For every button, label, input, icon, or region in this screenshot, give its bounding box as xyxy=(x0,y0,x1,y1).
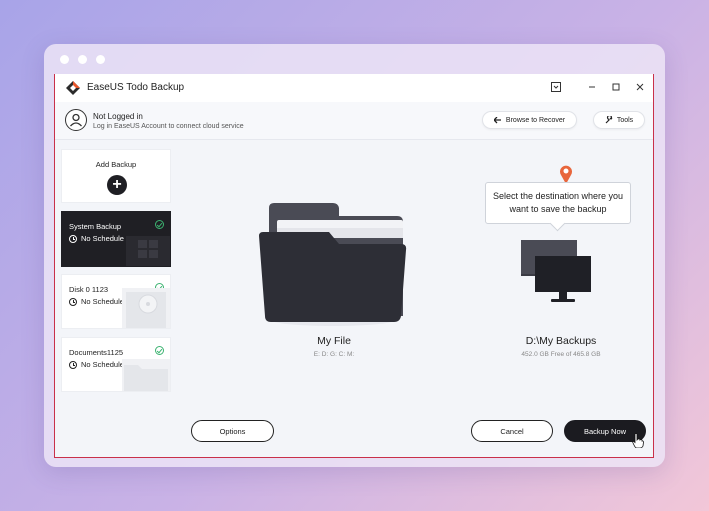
window-dot xyxy=(78,55,87,64)
plus-icon[interactable]: + xyxy=(107,175,127,195)
source-folder-icon[interactable] xyxy=(255,198,409,328)
tools-label: Tools xyxy=(616,116,634,124)
browse-label: Browse to Recover xyxy=(505,116,566,124)
user-avatar-icon[interactable] xyxy=(65,109,87,131)
source-label: My File xyxy=(317,335,351,347)
backup-card-title: Documents1125 xyxy=(69,348,124,357)
app-title: EaseUS Todo Backup xyxy=(87,82,185,93)
source-drives: E: D: G: C: M: xyxy=(313,351,355,358)
back-arrow-icon xyxy=(493,116,501,123)
account-status: Not Logged in xyxy=(93,112,143,121)
maximize-icon[interactable] xyxy=(609,80,623,94)
tools-button[interactable]: Tools xyxy=(593,111,645,129)
backup-card-schedule: No Schedule xyxy=(69,360,124,369)
add-backup-card[interactable]: Add Backup + xyxy=(61,149,171,203)
disk-icon xyxy=(122,288,170,328)
add-backup-label: Add Backup xyxy=(95,160,137,169)
options-button[interactable]: Options xyxy=(191,420,274,442)
destination-free-space: 452.0 GB Free of 465.8 GB xyxy=(521,351,601,358)
backup-card-schedule: No Schedule xyxy=(69,297,124,306)
clock-icon xyxy=(69,360,77,369)
backup-card-system[interactable]: System Backup No Schedule xyxy=(61,211,171,267)
check-icon xyxy=(155,220,164,229)
windows-logo-icon xyxy=(126,236,170,266)
window-dot xyxy=(96,55,105,64)
cancel-button[interactable]: Cancel xyxy=(471,420,553,442)
computer-icon[interactable] xyxy=(517,238,595,308)
wrench-icon xyxy=(605,116,613,124)
hand-cursor-icon xyxy=(632,433,644,448)
close-icon[interactable] xyxy=(633,80,647,94)
backup-card-schedule: No Schedule xyxy=(69,234,124,243)
check-icon xyxy=(155,346,164,355)
app-window: EaseUS Todo Backup Not Logged in Log in … xyxy=(54,74,654,458)
title-bar: EaseUS Todo Backup xyxy=(55,74,653,102)
schedule-text: No Schedule xyxy=(81,360,124,369)
destination-label: D:\My Backups xyxy=(525,335,597,347)
schedule-text: No Schedule xyxy=(81,234,124,243)
folder-icon xyxy=(122,359,170,391)
account-bar: Not Logged in Log in EaseUS Account to c… xyxy=(55,102,653,140)
browse-to-recover-button[interactable]: Browse to Recover xyxy=(482,111,577,129)
window-dot xyxy=(60,55,69,64)
window-dots xyxy=(60,55,105,64)
backup-card-title: Disk 0 1123 xyxy=(69,285,109,294)
schedule-text: No Schedule xyxy=(81,297,124,306)
clock-icon xyxy=(69,297,77,306)
backup-card-disk[interactable]: Disk 0 1123 No Schedule xyxy=(61,274,171,329)
backup-card-title: System Backup xyxy=(69,222,122,231)
clock-icon xyxy=(69,234,77,243)
location-pin-icon xyxy=(560,165,572,184)
backup-card-documents[interactable]: Documents1125 No Schedule xyxy=(61,337,171,392)
account-hint[interactable]: Log in EaseUS Account to connect cloud s… xyxy=(93,123,244,130)
easeus-logo-icon xyxy=(66,81,80,95)
minimize-icon[interactable] xyxy=(585,80,599,94)
menu-icon[interactable] xyxy=(549,80,563,94)
destination-callout: Select the destination where you want to… xyxy=(485,182,631,224)
